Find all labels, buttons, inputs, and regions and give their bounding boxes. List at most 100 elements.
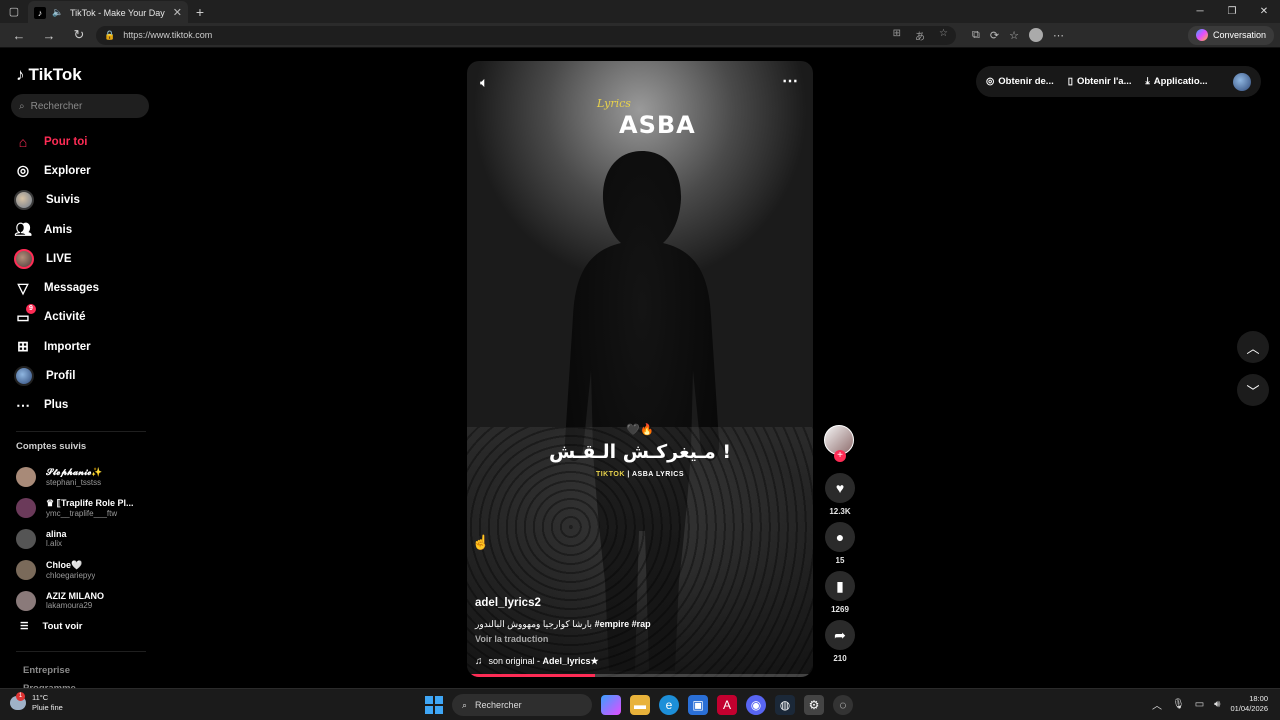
friends-icon: 👥︎	[14, 221, 32, 238]
chevron-up-icon[interactable]: ︿	[1152, 697, 1162, 712]
creator-avatar[interactable]: +	[824, 425, 854, 462]
browser-toolbar: ⧉ ⟳ ☆ ⋯	[972, 28, 1064, 42]
list-item[interactable]: ♛ ⟦Traplife Role Pl... ymc__traplife___ft…	[16, 492, 156, 523]
description-hashtags[interactable]: #empire #rap	[595, 619, 651, 629]
edge-browser-icon[interactable]: e	[659, 695, 679, 715]
search-input[interactable]: ⌕ Rechercher	[11, 94, 149, 118]
conversation-button[interactable]: Conversation	[1187, 25, 1274, 45]
sidebar-item-label: LIVE	[46, 252, 72, 265]
logo-main-text: ASBA	[619, 111, 696, 139]
address-bar-actions: ⊞ あ ☆	[893, 28, 948, 43]
sidebar-item-explorer[interactable]: ◎ Explorer	[14, 156, 154, 185]
tab-close-icon[interactable]: ✕	[173, 6, 182, 19]
browser-tab[interactable]: ♪ 🔈 TikTok - Make Your Day ✕	[28, 1, 188, 24]
heart-icon[interactable]: ♥	[825, 473, 855, 503]
sidebar-item-label: Messages	[44, 282, 99, 295]
video-player[interactable]: 🔈︎ ⋯ Lyrics ASBA 🖤🔥 مـيغركـش الـقـش ! TI…	[467, 61, 813, 677]
sidebar-item-plus[interactable]: ⋯ Plus	[14, 391, 154, 420]
clock[interactable]: 18:00 01/04/2026	[1230, 694, 1268, 714]
copilot-app-icon[interactable]	[601, 695, 621, 715]
bookmark-icon[interactable]: ▮	[825, 571, 855, 601]
store-icon[interactable]: ▣	[688, 695, 708, 715]
share-icon[interactable]: ➦	[825, 620, 855, 650]
back-button[interactable]: ←	[6, 24, 32, 46]
footer-link-entreprise[interactable]: Entreprise	[23, 662, 76, 680]
music-author: Adel_lyrics★	[542, 656, 599, 666]
file-explorer-icon[interactable]: ▬	[630, 695, 650, 715]
acrobat-icon[interactable]: A	[717, 695, 737, 715]
video-progress-bar[interactable]	[467, 674, 813, 677]
list-item[interactable]: Chloe🤍 chloegariepyy	[16, 554, 156, 585]
more-options-icon[interactable]: ⋯	[782, 71, 799, 91]
opera-gx-icon[interactable]: ◌	[833, 695, 853, 715]
previous-video-button[interactable]: ︿	[1237, 331, 1269, 363]
overlay-subcaption: TIKTOK | ASBA LYRICS	[467, 471, 813, 478]
volume-icon[interactable]: 🔊︎	[1214, 699, 1220, 710]
translate-link[interactable]: Voir la traduction	[475, 634, 795, 644]
music-prefix: son original -	[488, 656, 543, 666]
download-app-button[interactable]: ⤓ Applicatio...	[1146, 76, 1208, 87]
sidebar-item-label: Activité	[44, 311, 86, 324]
compass-icon: ◎	[16, 162, 30, 179]
list-item[interactable]: AZIZ MILANO lakamoura29	[16, 585, 156, 616]
sidebar-item-amis[interactable]: 👥︎ Amis	[14, 215, 154, 244]
microphone-icon[interactable]: 🎙︎	[1172, 699, 1185, 710]
tiktok-logo[interactable]: ♪ TikTok	[16, 65, 82, 85]
maximize-icon[interactable]: ❐	[1216, 6, 1248, 17]
list-item[interactable]: alina l.alix	[16, 523, 156, 554]
get-coins-button[interactable]: ◎ Obtenir de...	[986, 76, 1054, 87]
minimize-icon[interactable]: ─	[1184, 6, 1216, 17]
video-author[interactable]: adel_lyrics2	[475, 597, 795, 609]
sidebar-item-label: Plus	[44, 399, 69, 412]
steam-icon[interactable]: ◍	[775, 695, 795, 715]
sidebar-item-importer[interactable]: ⊞ Importer	[14, 332, 154, 361]
volume-icon[interactable]: 🔈︎	[480, 74, 488, 91]
new-tab-button[interactable]: +	[188, 4, 212, 20]
sidebar-item-suivis[interactable]: Suivis	[14, 186, 154, 215]
app-install-icon[interactable]: ⊞	[893, 28, 901, 43]
discord-icon[interactable]: ◉	[746, 695, 766, 715]
list-item[interactable]: 𝓢𝓽𝓮𝓹𝓱𝓪𝓷𝓲𝓮✨ stephani_tsstss	[16, 461, 156, 492]
favorites-icon[interactable]: ☆	[1009, 29, 1019, 42]
close-window-icon[interactable]: ✕	[1248, 6, 1280, 17]
windows-start-icon[interactable]	[425, 696, 443, 714]
settings-gear-icon[interactable]: ⚙	[804, 695, 824, 715]
sidebar-item-live[interactable]: LIVE	[14, 244, 154, 273]
get-app-button[interactable]: ▯ Obtenir l'a...	[1068, 76, 1132, 87]
favorite-star-icon[interactable]: ☆	[939, 28, 948, 43]
share-count: 210	[833, 654, 847, 663]
overlay-sub-sep: |	[624, 471, 632, 478]
weather-widget[interactable]: 1 11°C Pluie fine	[10, 692, 63, 713]
inbox-icon: ▭ 9	[14, 304, 36, 326]
lock-icon[interactable]: 🔒	[104, 30, 115, 41]
save-action: ▮ 1269	[824, 571, 856, 614]
comment-icon[interactable]: ●	[825, 522, 855, 552]
see-all-button[interactable]: ☰ Tout voir	[20, 621, 82, 632]
sidebar-item-label: Suivis	[46, 194, 80, 207]
profile-avatar-icon[interactable]	[1028, 28, 1043, 42]
video-progress-fill	[467, 674, 596, 677]
save-count: 1269	[831, 605, 849, 614]
sidebar-item-messages[interactable]: ▽ Messages	[14, 273, 154, 302]
settings-menu-icon[interactable]: ⋯	[1053, 29, 1064, 42]
sidebar-item-label: Explorer	[44, 164, 91, 177]
user-avatar[interactable]	[1233, 72, 1251, 91]
address-bar[interactable]: 🔒 https://www.tiktok.com ⊞ あ ☆	[96, 25, 956, 45]
network-icon[interactable]: ▭	[1195, 699, 1204, 710]
follow-plus-icon[interactable]: +	[834, 450, 846, 462]
next-video-button[interactable]: ﹀	[1237, 374, 1269, 406]
phone-icon: ▯	[1067, 76, 1073, 87]
taskbar-search[interactable]: ⌕ Rechercher	[452, 694, 592, 716]
split-screen-icon[interactable]: ⟳	[990, 29, 999, 42]
refresh-button[interactable]: ↻	[66, 24, 92, 46]
tab-actions-icon[interactable]: ▢	[0, 0, 28, 23]
forward-button[interactable]: →	[36, 24, 62, 46]
sidebar-item-pour-toi[interactable]: ⌂ Pour toi	[14, 127, 154, 156]
sidebar-item-activite[interactable]: ▭ 9 Activité	[14, 303, 154, 332]
description-text: بارشا كوارجيا ومهووش البالندور	[475, 619, 593, 629]
music-link[interactable]: ♫ son original - Adel_lyrics★	[475, 656, 795, 667]
sidebar-item-profil[interactable]: Profil	[14, 361, 154, 390]
extensions-icon[interactable]: ⧉	[972, 29, 980, 42]
translate-icon[interactable]: あ	[915, 28, 925, 43]
speaker-icon[interactable]: 🔈	[52, 7, 64, 19]
